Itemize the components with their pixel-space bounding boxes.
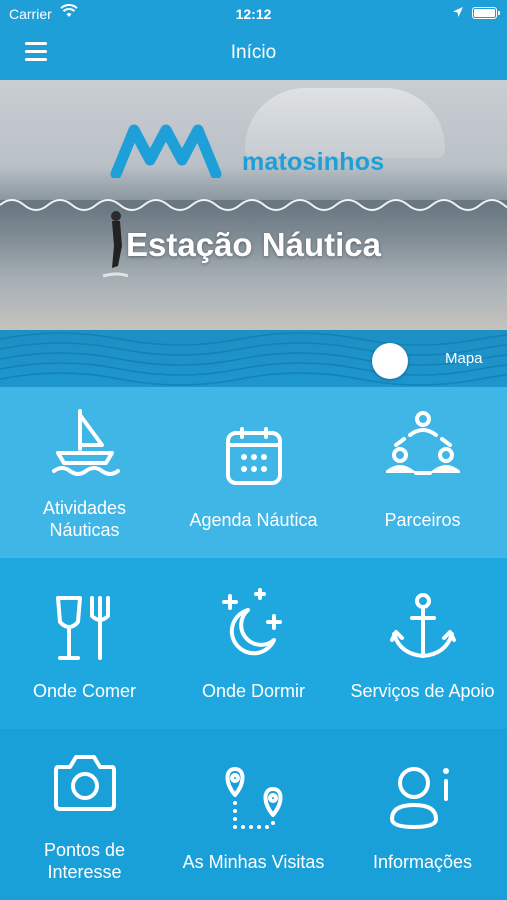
sailboat-icon	[51, 409, 120, 476]
brand-wordmark: matosinhos	[242, 148, 385, 176]
hero-banner: matosinhos Estação Náutica Mapa	[0, 80, 507, 387]
moon-stars-icon	[221, 588, 282, 656]
anchor-icon	[389, 593, 456, 658]
top-bar: Carrier 12:12 Início	[0, 0, 507, 80]
menu-row: Onde Comer Onde Dormir Serviços de Apoio	[0, 558, 507, 729]
camera-icon	[53, 755, 116, 811]
tile-onde-comer[interactable]: Onde Comer	[0, 558, 169, 729]
menu-row: Atividades Náuticas Agenda Náutica Parcei…	[0, 387, 507, 558]
tile-servicos-apoio[interactable]: Serviços de Apoio	[338, 558, 507, 729]
wave-pattern-decoration	[0, 332, 507, 386]
tile-label: Atividades Náuticas	[42, 498, 127, 540]
page-title: Início	[230, 42, 277, 63]
tile-label: Pontos de Interesse	[43, 840, 126, 882]
tile-informacoes[interactable]: Informações	[338, 729, 507, 900]
tile-label: Parceiros	[384, 510, 461, 530]
battery-icon	[472, 7, 500, 19]
tile-agenda-nautica[interactable]: Agenda Náutica	[169, 387, 338, 558]
status-bar: Carrier 12:12	[0, 0, 507, 28]
tile-minhas-visitas[interactable]: As Minhas Visitas	[169, 729, 338, 900]
wave-line-decoration	[0, 199, 507, 211]
tile-label: Onde Dormir	[201, 681, 306, 701]
location-arrow-icon	[452, 5, 464, 21]
tile-label: As Minhas Visitas	[182, 852, 325, 872]
hero-title: Estação Náutica	[126, 226, 381, 263]
glass-fork-icon	[55, 596, 110, 660]
route-pins-icon	[225, 767, 282, 829]
tile-label: Informações	[372, 852, 473, 872]
calendar-icon	[225, 427, 282, 485]
menu-row: Pontos de Interesse As Minhas Visitas Inf…	[0, 729, 507, 900]
tile-label: Agenda Náutica	[189, 510, 318, 530]
tile-pontos-interesse[interactable]: Pontos de Interesse	[0, 729, 169, 900]
nav-bar: Início	[0, 28, 507, 80]
info-user-icon	[389, 767, 449, 829]
map-label: Mapa	[445, 350, 483, 367]
partners-icon	[385, 411, 460, 475]
matosinhos-logo	[110, 124, 222, 178]
tile-label: Serviços de Apoio	[350, 681, 495, 701]
tile-onde-dormir[interactable]: Onde Dormir	[169, 558, 338, 729]
tile-parceiros[interactable]: Parceiros	[338, 387, 507, 558]
map-toggle[interactable]	[372, 343, 408, 379]
clock: 12:12	[235, 6, 272, 22]
tile-label: Onde Comer	[32, 681, 137, 701]
tile-atividades-nauticas[interactable]: Atividades Náuticas	[0, 387, 169, 558]
